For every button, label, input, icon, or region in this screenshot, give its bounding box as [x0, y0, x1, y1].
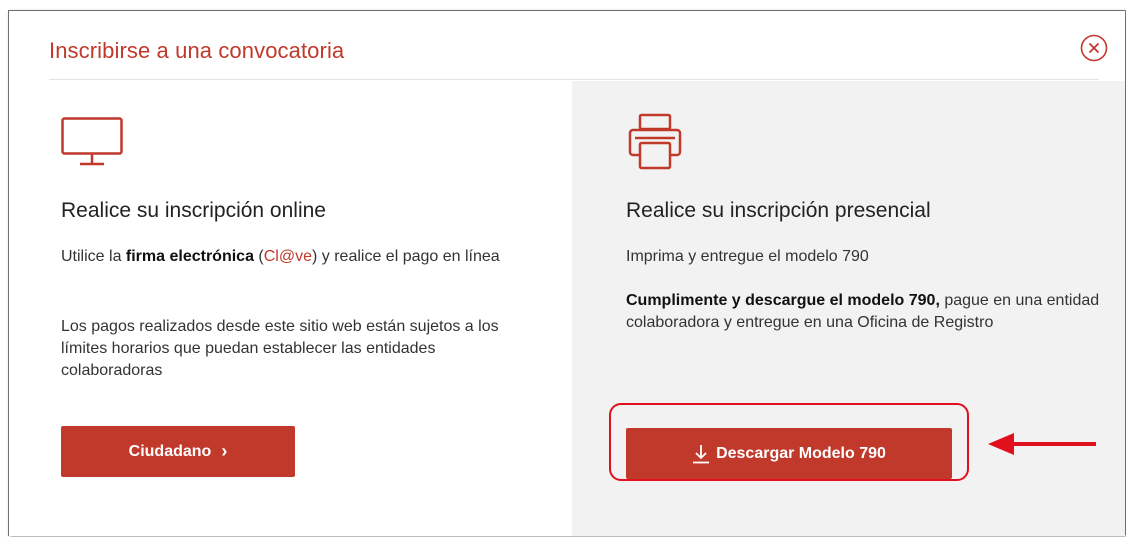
printer-icon [628, 113, 682, 170]
online-description: Utilice la firma electrónica (Cl@ve) y r… [61, 246, 531, 268]
annotation-highlight-box [609, 403, 969, 481]
chevron-right-icon: › [221, 441, 228, 461]
presencial-heading: Realice su inscripción presencial [626, 199, 931, 222]
online-heading: Realice su inscripción online [61, 199, 326, 222]
close-icon [1080, 34, 1108, 62]
online-payment-note: Los pagos realizados desde este sitio we… [61, 318, 499, 379]
presencial-print-text: Imprima y entregue el modelo 790 [626, 248, 869, 265]
cumplimente-text: Cumplimente y descargue el modelo 790, [626, 292, 940, 309]
ciudadano-button[interactable]: Ciudadano › [61, 426, 295, 477]
online-desc-text-2: ( [253, 248, 264, 265]
monitor-icon [61, 117, 123, 166]
clave-link[interactable]: Cl@ve [264, 248, 312, 265]
online-panel: Realice su inscripción online Utilice la… [9, 81, 572, 536]
online-desc-text-3: ) y realice el pago en línea [312, 248, 500, 265]
online-desc-text-1: Utilice la [61, 248, 126, 265]
title-divider [49, 79, 1099, 80]
firma-electronica-text: firma electrónica [125, 248, 254, 265]
presencial-description: Cumplimente y descargue el modelo 790, p… [626, 290, 1101, 334]
annotation-arrow-icon [988, 433, 1096, 455]
close-button[interactable] [1080, 34, 1108, 62]
modal-title: Inscribirse a una convocatoria [49, 38, 345, 63]
ciudadano-button-label: Ciudadano [128, 442, 212, 460]
